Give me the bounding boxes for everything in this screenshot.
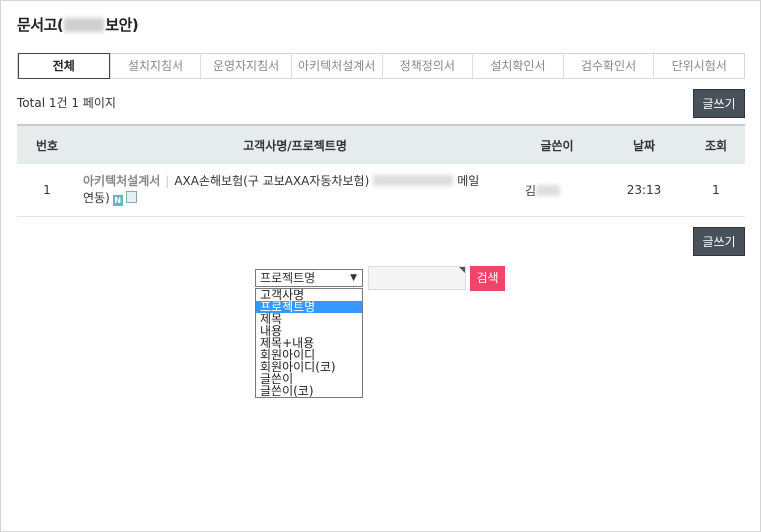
header-views: 조회 bbox=[704, 138, 728, 153]
row-title-cell: 아키텍처설계서 | AXA손해보험(구 교보AXA자동차보험) 메일 연동) N bbox=[77, 173, 513, 207]
row-no: 1 bbox=[43, 183, 51, 197]
redacted-text bbox=[373, 175, 454, 186]
tab-architecture-design[interactable]: 아키텍처설계서 bbox=[290, 54, 382, 78]
tab-unit-test[interactable]: 단위시험서 bbox=[653, 54, 744, 78]
header-date: 날짜 bbox=[632, 138, 656, 153]
tab-policy-definition[interactable]: 정책정의서 bbox=[381, 54, 473, 78]
header-writer: 글쓴이 bbox=[540, 138, 574, 153]
corner-marker-icon bbox=[459, 267, 465, 273]
post-title-link[interactable]: AXA손해보험(구 교보AXA자동차보험) bbox=[174, 174, 369, 188]
tab-install-confirmation[interactable]: 설치확인서 bbox=[472, 54, 563, 78]
search-field-selected: 프로젝트명 bbox=[260, 271, 316, 285]
page-title-prefix: 문서고( bbox=[17, 16, 64, 34]
post-title-link-cont[interactable]: 메일 bbox=[457, 174, 479, 188]
total-count: Total 1건 1 페이지 bbox=[17, 96, 116, 110]
page-title-suffix: 보안) bbox=[105, 16, 139, 34]
write-button-bottom[interactable]: 글쓰기 bbox=[693, 227, 745, 256]
search-input[interactable] bbox=[368, 266, 466, 290]
table-header: 번호 고객사명/프로젝트명 글쓴이 날짜 조회 bbox=[17, 124, 745, 164]
search-field-options: 고객사명 프로젝트명 제목 내용 제목+내용 회원아이디 회원아이디(코) 글쓴… bbox=[255, 288, 363, 398]
tab-install-guide[interactable]: 설치지침서 bbox=[109, 54, 201, 78]
header-no: 번호 bbox=[35, 138, 59, 153]
tab-operator-guide[interactable]: 운영자지침서 bbox=[200, 54, 291, 78]
row-category[interactable]: 아키텍처설계서 bbox=[83, 174, 160, 188]
page-title: 문서고( 보안) bbox=[17, 14, 139, 35]
search-field-select[interactable]: 프로젝트명 ▼ bbox=[255, 269, 363, 287]
board-panel: 문서고( 보안) 전체 설치지침서 운영자지침서 아키텍처설계서 정책정의서 설치… bbox=[0, 0, 761, 532]
option-writer-co[interactable]: 글쓴이(코) bbox=[256, 385, 362, 397]
row-views: 1 bbox=[712, 183, 720, 197]
new-badge-icon: N bbox=[112, 195, 123, 206]
category-tabs: 전체 설치지침서 운영자지침서 아키텍처설계서 정책정의서 설치확인서 검수확인… bbox=[17, 53, 745, 79]
table-row: 1 아키텍처설계서 | AXA손해보험(구 교보AXA자동차보험) 메일 연동) N 김… bbox=[17, 164, 745, 217]
tab-inspection-confirmation[interactable]: 검수확인서 bbox=[562, 54, 654, 78]
dropdown-arrow-icon: ▼ bbox=[350, 273, 357, 283]
post-table: 번호 고객사명/프로젝트명 글쓴이 날짜 조회 1 아키텍처설계서 | AXA손해보… bbox=[17, 124, 745, 217]
redacted-text bbox=[64, 18, 105, 32]
header-title: 고객사명/프로젝트명 bbox=[243, 138, 347, 153]
tab-all[interactable]: 전체 bbox=[18, 53, 110, 79]
writer-name: 김 bbox=[525, 183, 537, 198]
file-icon bbox=[125, 191, 137, 203]
search-button[interactable]: 검색 bbox=[470, 266, 505, 291]
row-writer[interactable]: 김 bbox=[513, 182, 601, 199]
redacted-text bbox=[536, 184, 561, 196]
row-date: 23:13 bbox=[626, 183, 662, 197]
post-title-link-end[interactable]: 연동) bbox=[83, 191, 110, 205]
write-button-top[interactable]: 글쓰기 bbox=[693, 89, 745, 118]
divider: | bbox=[165, 174, 170, 188]
